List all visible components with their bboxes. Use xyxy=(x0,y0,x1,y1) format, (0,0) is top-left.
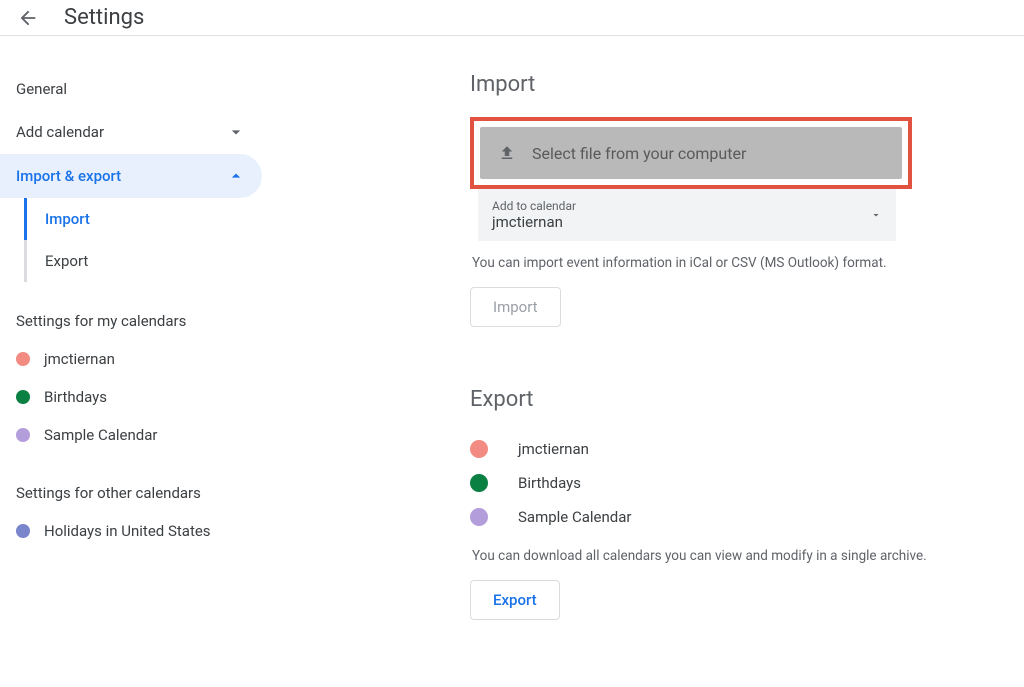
export-section: Export jmctiernan Birthdays Sample Calen… xyxy=(470,387,984,620)
sidebar-cal-sample[interactable]: Sample Calendar xyxy=(0,416,270,454)
calendar-label: jmctiernan xyxy=(518,440,589,458)
header: Settings xyxy=(0,0,1024,36)
arrow-left-icon xyxy=(17,7,39,29)
calendar-color-dot xyxy=(16,524,30,538)
export-cal-item: Sample Calendar xyxy=(470,500,984,534)
export-cal-item: Birthdays xyxy=(470,466,984,500)
select-file-label: Select file from your computer xyxy=(532,144,746,163)
select-value: jmctiernan xyxy=(492,213,882,231)
sidebar-section-other-calendars: Settings for other calendars xyxy=(0,454,270,512)
sidebar-section-my-calendars: Settings for my calendars xyxy=(0,282,270,340)
back-button[interactable] xyxy=(16,6,40,30)
export-title: Export xyxy=(470,387,984,412)
sidebar-item-label: Import & export xyxy=(16,167,121,185)
calendar-color-dot xyxy=(16,352,30,366)
sidebar-sub-export[interactable]: Export xyxy=(24,240,270,282)
calendar-label: Birthdays xyxy=(44,388,107,406)
export-helper-text: You can download all calendars you can v… xyxy=(472,548,984,564)
sidebar: General Add calendar Import & export Imp… xyxy=(0,36,270,620)
import-button[interactable]: Import xyxy=(470,287,561,327)
sidebar-sub-import[interactable]: Import xyxy=(24,198,270,240)
dropdown-icon xyxy=(870,209,882,221)
add-to-calendar-select[interactable]: Add to calendar jmctiernan xyxy=(478,189,896,241)
import-title: Import xyxy=(470,72,984,97)
sidebar-cal-holidays[interactable]: Holidays in United States xyxy=(0,512,270,550)
calendar-label: Sample Calendar xyxy=(518,508,631,526)
sidebar-cal-jmctiernan[interactable]: jmctiernan xyxy=(0,340,270,378)
calendar-label: Sample Calendar xyxy=(44,426,157,444)
calendar-color-dot xyxy=(470,440,488,458)
chevron-up-icon xyxy=(226,166,246,186)
annotation-highlight: Select file from your computer xyxy=(470,117,912,189)
calendar-label: Birthdays xyxy=(518,474,581,492)
import-helper-text: You can import event information in iCal… xyxy=(472,255,984,271)
sidebar-cal-birthdays[interactable]: Birthdays xyxy=(0,378,270,416)
sidebar-item-label: General xyxy=(16,80,67,98)
calendar-color-dot xyxy=(16,428,30,442)
select-label: Add to calendar xyxy=(492,199,882,213)
calendar-color-dot xyxy=(470,474,488,492)
sidebar-item-label: Add calendar xyxy=(16,123,104,141)
export-cal-item: jmctiernan xyxy=(470,432,984,466)
sidebar-item-general[interactable]: General xyxy=(0,68,262,110)
import-section: Import Select file from your computer Ad… xyxy=(470,72,984,327)
main-content: Import Select file from your computer Ad… xyxy=(270,36,1024,620)
export-button[interactable]: Export xyxy=(470,580,560,620)
calendar-label: Holidays in United States xyxy=(44,522,211,540)
select-file-button[interactable]: Select file from your computer xyxy=(480,127,902,179)
chevron-down-icon xyxy=(226,122,246,142)
calendar-color-dot xyxy=(16,390,30,404)
page-title: Settings xyxy=(64,5,144,30)
sidebar-item-add-calendar[interactable]: Add calendar xyxy=(0,110,262,154)
upload-icon xyxy=(498,144,516,162)
calendar-color-dot xyxy=(470,508,488,526)
sidebar-item-import-export[interactable]: Import & export xyxy=(0,154,262,198)
calendar-label: jmctiernan xyxy=(44,350,115,368)
